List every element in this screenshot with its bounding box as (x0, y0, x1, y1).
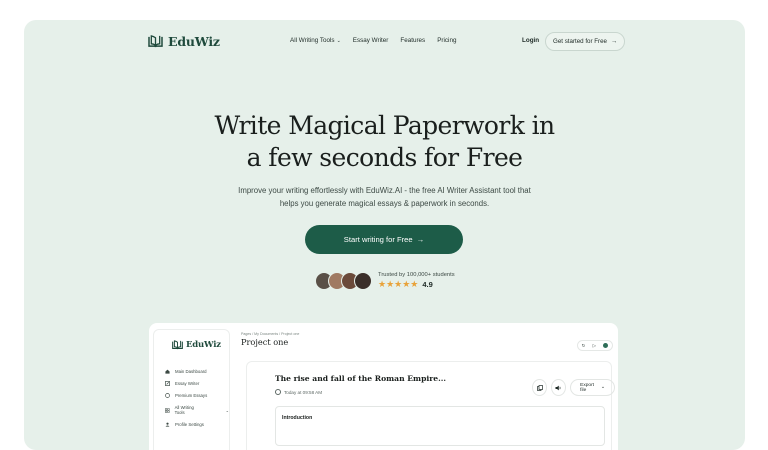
document-actions: Export file ⌄ (532, 379, 615, 396)
export-file-button[interactable]: Export file ⌄ (570, 379, 615, 396)
sidebar-item-all-writing-tools[interactable]: All Writing Tools ⌄ (165, 405, 229, 415)
student-avatars (315, 272, 372, 290)
login-link[interactable]: Login (522, 37, 539, 44)
start-writing-button[interactable]: Start writing for Free → (305, 225, 463, 254)
document-editor: The rise and fall of the Roman Empire...… (246, 361, 615, 450)
badge-icon (165, 393, 170, 398)
nav-link-essay-writer[interactable]: Essay Writer (353, 37, 389, 44)
clock-icon (275, 389, 281, 395)
refresh-icon[interactable]: ↻ (582, 343, 586, 349)
avatar[interactable] (603, 343, 609, 348)
section-label: Introduction (282, 415, 313, 421)
nav-link-label: All Writing Tools (290, 37, 335, 44)
rating-row: ★★★★★ 4.9 (378, 279, 455, 290)
avatar (354, 272, 372, 290)
grid-icon (165, 407, 170, 413)
sidebar-item-profile-settings[interactable]: Profile Settings (165, 422, 229, 427)
start-writing-label: Start writing for Free (343, 235, 413, 244)
introduction-section[interactable]: Introduction (275, 406, 605, 446)
sidebar-menu: Main Dashboard Essay Writer Premium Essa… (165, 369, 229, 427)
chevron-down-icon: ⌄ (600, 385, 605, 390)
chevron-down-icon: ⌄ (225, 407, 229, 413)
brand-logo[interactable]: EduWiz (148, 34, 220, 49)
sidebar-item-main-dashboard[interactable]: Main Dashboard (165, 369, 229, 374)
rating-value: 4.9 (422, 280, 433, 289)
open-book-icon (148, 35, 163, 48)
app-brand-name: EduWiz (186, 340, 221, 350)
top-navigation: EduWiz All Writing Tools ⌄ Essay Writer … (24, 20, 745, 64)
document-timestamp: Today at 09:58 AM (275, 389, 322, 395)
play-icon[interactable]: ▷ (593, 343, 596, 349)
trust-text: Trusted by 100,000+ students ★★★★★ 4.9 (378, 272, 455, 290)
app-preview: EduWiz Main Dashboard Essay Writer Premi… (149, 323, 618, 450)
trust-label: Trusted by 100,000+ students (378, 272, 455, 278)
nav-links: All Writing Tools ⌄ Essay Writer Feature… (290, 37, 456, 44)
get-started-button[interactable]: Get started for Free → (545, 32, 626, 51)
sidebar-item-label: Premium Essays (175, 393, 208, 398)
hero-subtitle-line-1: Improve your writing effortlessly with E… (238, 186, 531, 195)
hero-subtitle: Improve your writing effortlessly with E… (24, 184, 745, 210)
export-file-label: Export file (580, 382, 595, 393)
copy-button[interactable] (532, 379, 548, 396)
chevron-down-icon: ⌄ (336, 37, 341, 44)
hero-section: EduWiz All Writing Tools ⌄ Essay Writer … (24, 20, 745, 450)
trust-badge: Trusted by 100,000+ students ★★★★★ 4.9 (315, 272, 455, 290)
hero-title-line-1: Write Magical Paperwork in (214, 111, 555, 140)
star-rating-icon: ★★★★★ (378, 279, 419, 289)
sidebar-item-label: Profile Settings (175, 422, 204, 427)
document-title[interactable]: The rise and fall of the Roman Empire... (275, 374, 446, 383)
get-started-label: Get started for Free (553, 38, 607, 45)
read-aloud-button[interactable] (551, 379, 567, 396)
open-book-icon (172, 340, 183, 350)
user-settings-icon (165, 422, 170, 427)
hero-title: Write Magical Paperwork in a few seconds… (24, 110, 745, 174)
hero-title-line-2: a few seconds for Free (246, 143, 523, 172)
nav-link-all-writing-tools[interactable]: All Writing Tools ⌄ (290, 37, 341, 44)
app-brand-logo[interactable]: EduWiz (172, 340, 221, 350)
brand-name: EduWiz (168, 34, 220, 49)
copy-icon (536, 384, 543, 391)
speaker-icon (555, 385, 561, 390)
sidebar-item-premium-essays[interactable]: Premium Essays (165, 393, 229, 398)
arrow-right-icon: → (611, 38, 618, 45)
hero-subtitle-line-2: helps you generate magical essays & pape… (279, 199, 490, 208)
app-header: Pages / My Documents / Project one Proje… (241, 332, 299, 347)
nav-link-features[interactable]: Features (400, 37, 425, 44)
edit-icon (165, 381, 170, 386)
home-icon (165, 369, 170, 374)
timestamp-text: Today at 09:58 AM (284, 389, 323, 395)
arrow-right-icon: → (416, 235, 425, 244)
sidebar-item-label: All Writing Tools (174, 405, 194, 415)
project-title: Project one (241, 337, 289, 347)
breadcrumb: Pages / My Documents / Project one (241, 332, 300, 336)
header-tools: ↻ ▷ (577, 340, 613, 351)
sidebar-item-label: Main Dashboard (175, 369, 207, 374)
sidebar-item-label: Essay Writer (175, 381, 200, 386)
nav-link-pricing[interactable]: Pricing (437, 37, 456, 44)
sidebar-item-essay-writer[interactable]: Essay Writer (165, 381, 229, 386)
